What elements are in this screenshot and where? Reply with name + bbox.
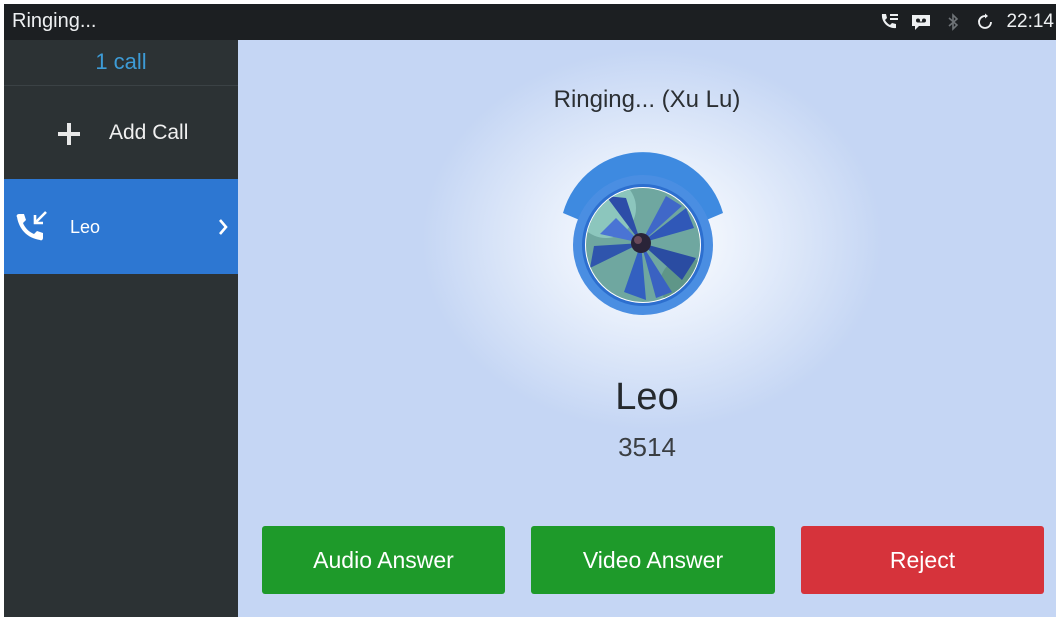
chevron-right-icon bbox=[216, 217, 230, 237]
status-title: Ringing... bbox=[12, 10, 97, 32]
audio-answer-button[interactable]: Audio Answer bbox=[262, 526, 505, 594]
caller-number: 3514 bbox=[618, 432, 676, 462]
caller-avatar bbox=[560, 150, 726, 336]
call-icon bbox=[878, 11, 900, 33]
video-answer-button[interactable]: Video Answer bbox=[531, 526, 775, 594]
ringing-status: Ringing... (Xu Lu) bbox=[553, 86, 741, 113]
voicemail-icon bbox=[910, 11, 932, 33]
add-call-label: Add Call bbox=[109, 121, 189, 144]
status-bar: Ringing... 22:14 bbox=[4, 4, 1056, 40]
call-list-item-leo[interactable]: Leo bbox=[4, 179, 238, 274]
reject-button[interactable]: Reject bbox=[801, 526, 1044, 594]
incoming-call-icon bbox=[14, 209, 54, 245]
caller-name: Leo bbox=[615, 376, 679, 418]
call-main-panel: Ringing... (Xu Lu) Leo 3514 Audio Answer… bbox=[238, 40, 1056, 617]
status-icons: 22:14 bbox=[878, 4, 1056, 40]
phone-screen: Ringing... 22:14 1 call Add Call Leo Rin… bbox=[4, 4, 1056, 617]
plus-icon bbox=[58, 123, 80, 145]
call-list-item-name: Leo bbox=[70, 217, 101, 237]
caller-photo bbox=[586, 188, 700, 302]
status-time: 22:14 bbox=[1006, 11, 1054, 32]
bluetooth-icon bbox=[942, 11, 964, 33]
call-sidebar: 1 call Add Call Leo bbox=[4, 40, 238, 617]
sync-icon bbox=[974, 11, 996, 33]
add-call-button[interactable]: Add Call bbox=[4, 87, 238, 181]
call-count: 1 call bbox=[4, 40, 238, 86]
